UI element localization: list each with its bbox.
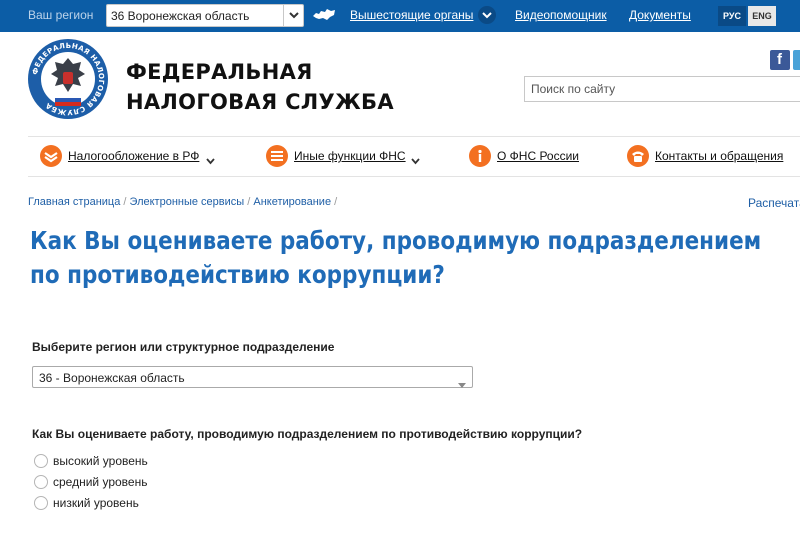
brand-line-2: НАЛОГОВАЯ СЛУЖБА xyxy=(126,90,394,114)
breadcrumb-survey[interactable]: Анкетирование xyxy=(253,196,331,208)
chevron-down-icon xyxy=(411,152,420,170)
site-search[interactable] xyxy=(524,76,800,102)
print-link[interactable]: Распечатать xyxy=(748,196,800,210)
info-icon xyxy=(469,145,491,167)
documents-link[interactable]: Документы xyxy=(629,8,691,22)
video-help-link[interactable]: Видеопомощник xyxy=(515,8,607,22)
breadcrumb-separator: / xyxy=(247,196,251,208)
subdivision-select[interactable]: 36 - Воронежская область xyxy=(32,366,473,388)
higher-bodies-link[interactable]: Вышестоящие органы xyxy=(350,8,473,22)
radio-circle[interactable] xyxy=(34,496,48,510)
nav-item-label: О ФНС России xyxy=(497,149,580,163)
caret-down-icon xyxy=(458,375,466,393)
radio-label: средний уровень xyxy=(53,475,148,489)
breadcrumb-separator: / xyxy=(334,196,338,208)
breadcrumb-services[interactable]: Электронные сервисы xyxy=(130,196,245,208)
nav-divider-top xyxy=(28,136,800,137)
nav-item-label: Контакты и обращения xyxy=(655,149,784,163)
top-bar: Ваш регион 36 Воронежская область Вышест… xyxy=(0,0,800,32)
tax-icon xyxy=(40,145,62,167)
subdivision-select-value: 36 - Воронежская область xyxy=(39,371,185,385)
nav-item-label: Налогообложение в РФ xyxy=(68,149,200,163)
chevron-down-icon xyxy=(283,5,303,26)
nav-item-taxation[interactable]: Налогообложение в РФ xyxy=(40,144,220,168)
brand-title[interactable]: ФЕДЕРАЛЬНАЯ НАЛОГОВАЯ СЛУЖБА xyxy=(126,57,394,117)
fns-logo[interactable]: ФЕДЕРАЛЬНАЯ НАЛОГОВАЯ СЛУЖБА xyxy=(27,38,109,120)
region-select-value: 36 Воронежская область xyxy=(111,9,250,23)
breadcrumb-home[interactable]: Главная страница xyxy=(28,196,120,208)
question-label: Как Вы оцениваете работу, проводимую под… xyxy=(32,427,583,441)
lang-ru-button[interactable]: РУС xyxy=(718,6,746,26)
search-input[interactable] xyxy=(525,77,800,101)
breadcrumb-separator: / xyxy=(123,196,127,208)
lang-en-button[interactable]: ENG xyxy=(748,6,776,26)
nav-item-contacts[interactable]: Контакты и обращения xyxy=(627,144,797,168)
radio-label: низкий уровень xyxy=(53,496,139,510)
nav-item-about[interactable]: О ФНС России xyxy=(469,144,589,168)
page-title-line-1: Как Вы оцениваете работу, проводимую под… xyxy=(30,226,762,255)
chevron-down-icon xyxy=(206,152,215,170)
nav-item-label: Иные функции ФНС xyxy=(294,149,406,163)
nav-divider-bottom xyxy=(28,176,800,177)
phone-icon xyxy=(627,145,649,167)
facebook-icon[interactable]: f xyxy=(770,50,790,70)
twitter-icon[interactable] xyxy=(793,50,800,70)
nav-item-other-functions[interactable]: Иные функции ФНС xyxy=(266,144,426,168)
region-select[interactable]: 36 Воронежская область xyxy=(106,4,304,27)
region-select-label: Выберите регион или структурное подразде… xyxy=(32,340,335,354)
page-title: Как Вы оцениваете работу, проводимую под… xyxy=(30,224,787,292)
breadcrumb: Главная страница / Электронные сервисы /… xyxy=(28,196,337,208)
menu-icon xyxy=(266,145,288,167)
page-title-line-2: по противодействию коррупции? xyxy=(30,260,445,289)
radio-circle[interactable] xyxy=(34,454,48,468)
radio-circle[interactable] xyxy=(34,475,48,489)
chevron-down-icon[interactable] xyxy=(478,6,496,24)
region-label: Ваш регион xyxy=(28,8,94,22)
brand-line-1: ФЕДЕРАЛЬНАЯ xyxy=(126,60,313,84)
russia-map-icon[interactable] xyxy=(312,7,336,28)
radio-label: высокий уровень xyxy=(53,454,148,468)
